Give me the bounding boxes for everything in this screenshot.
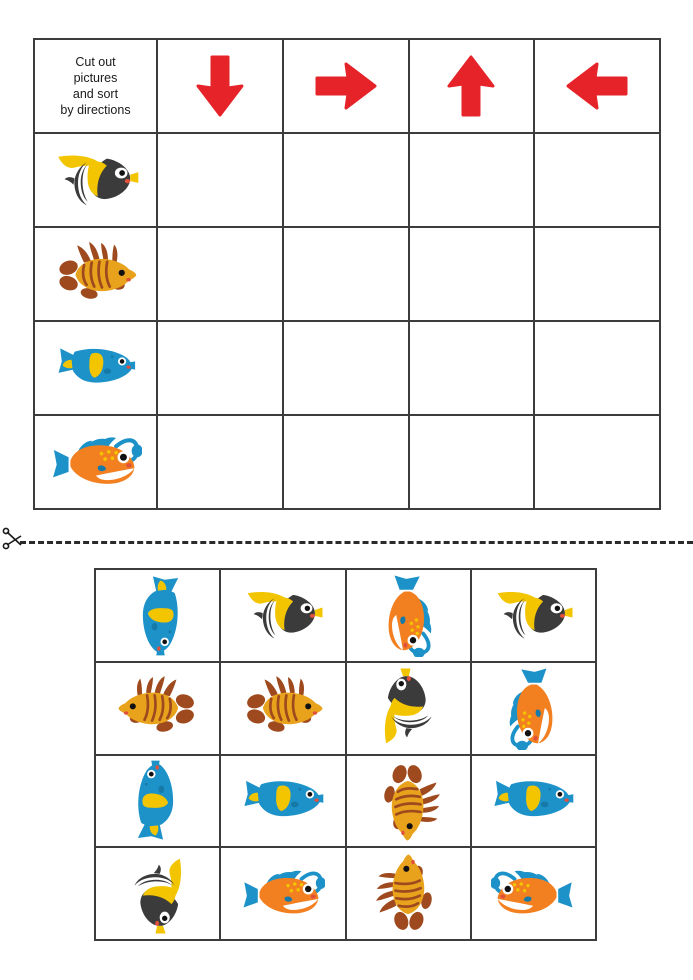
sort-table-row (35, 228, 659, 322)
instructions-cell: Cut out pictures and sort by directions (35, 40, 158, 132)
card-cell[interactable] (347, 755, 472, 847)
header-cell-right[interactable] (284, 40, 410, 132)
fish-card-moorish-idol-left-icon (491, 583, 575, 647)
fish-card-lionfish-up-icon (376, 852, 440, 936)
card-cell[interactable] (347, 848, 472, 939)
drop-cell-anglerfish-down[interactable] (158, 416, 284, 508)
fish-card-lionfish-down-icon (376, 759, 441, 843)
drop-cell-lionfish-down[interactable] (158, 228, 284, 320)
header-cell-left[interactable] (535, 40, 659, 132)
arrow-left-icon (566, 62, 628, 110)
card-cell[interactable] (221, 755, 347, 847)
card-grid (94, 568, 597, 941)
card-cell[interactable] (472, 570, 595, 661)
card-cell[interactable] (221, 662, 347, 754)
fish-card-angelfish-left-icon (491, 769, 575, 833)
fish-lionfish-icon (53, 241, 139, 307)
drop-cell-moorish-idol-down[interactable] (158, 134, 284, 226)
instructions-text: Cut out pictures and sort by directions (60, 55, 131, 117)
sort-table-header-row: Cut out pictures and sort by directions (35, 40, 659, 134)
drop-cell-lionfish-right[interactable] (284, 228, 410, 320)
arrow-up-icon (447, 55, 495, 117)
card-grid-row (96, 755, 595, 849)
sort-table-row (35, 416, 659, 508)
arrow-down-icon (196, 55, 244, 117)
drop-cell-angelfish-left[interactable] (535, 322, 659, 414)
fish-card-lionfish-left-icon (241, 676, 325, 740)
arrow-right-icon (315, 62, 377, 110)
fish-card-anglerfish-right-icon (490, 862, 575, 926)
drop-cell-moorish-idol-right[interactable] (284, 134, 410, 226)
fish-anglerfish-icon (50, 428, 143, 497)
fish-card-anglerfish-left-icon (241, 862, 326, 926)
fish-card-moorish-idol-up-icon (376, 666, 440, 750)
cut-line-dashes (20, 541, 693, 544)
drop-cell-lionfish-left[interactable] (535, 228, 659, 320)
card-cell[interactable] (96, 755, 222, 847)
drop-cell-anglerfish-up[interactable] (410, 416, 536, 508)
card-grid-row (96, 662, 595, 756)
card-cell[interactable] (96, 848, 222, 939)
card-cell[interactable] (221, 570, 347, 661)
row-label-cell-anglerfish (35, 416, 158, 508)
header-cell-up[interactable] (410, 40, 536, 132)
row-label-cell-angelfish (35, 322, 158, 414)
drop-cell-anglerfish-right[interactable] (284, 416, 410, 508)
drop-cell-angelfish-down[interactable] (158, 322, 284, 414)
card-cell[interactable] (472, 848, 595, 939)
row-label-cell-moorish-idol (35, 134, 158, 226)
row-label-cell-lionfish (35, 228, 158, 320)
card-cell[interactable] (472, 756, 595, 847)
card-cell[interactable] (347, 570, 472, 661)
card-cell[interactable] (221, 848, 347, 939)
fish-card-anglerfish-down-icon (501, 666, 565, 751)
fish-card-angelfish-up-icon (126, 759, 190, 843)
fish-card-angelfish-left-icon (241, 769, 325, 833)
header-cell-down[interactable] (158, 40, 284, 132)
drop-cell-angelfish-right[interactable] (284, 322, 410, 414)
drop-cell-moorish-idol-left[interactable] (535, 134, 659, 226)
card-grid-row (96, 570, 595, 663)
fish-card-lionfish-right-icon (116, 676, 200, 740)
fish-card-angelfish-down-icon (126, 573, 190, 657)
fish-angelfish-icon (55, 337, 137, 399)
fish-card-moorish-idol-down-icon (126, 852, 190, 936)
card-cell[interactable] (347, 662, 472, 754)
sort-table-row (35, 134, 659, 228)
cut-line (0, 527, 693, 551)
sort-table: Cut out pictures and sort by directions (33, 38, 661, 510)
card-cell[interactable] (96, 662, 222, 754)
fish-card-anglerfish-down-icon (376, 573, 440, 659)
card-grid-row (96, 848, 595, 939)
fish-card-moorish-idol-left-icon (241, 583, 325, 647)
drop-cell-lionfish-up[interactable] (410, 228, 536, 320)
card-cell[interactable] (472, 663, 595, 754)
fish-moorish-idol-icon (51, 146, 141, 214)
card-cell[interactable] (96, 570, 222, 661)
drop-cell-angelfish-up[interactable] (410, 322, 536, 414)
sort-table-row (35, 322, 659, 416)
drop-cell-anglerfish-left[interactable] (535, 416, 659, 508)
drop-cell-moorish-idol-up[interactable] (410, 134, 536, 226)
scissors-icon (2, 527, 22, 550)
